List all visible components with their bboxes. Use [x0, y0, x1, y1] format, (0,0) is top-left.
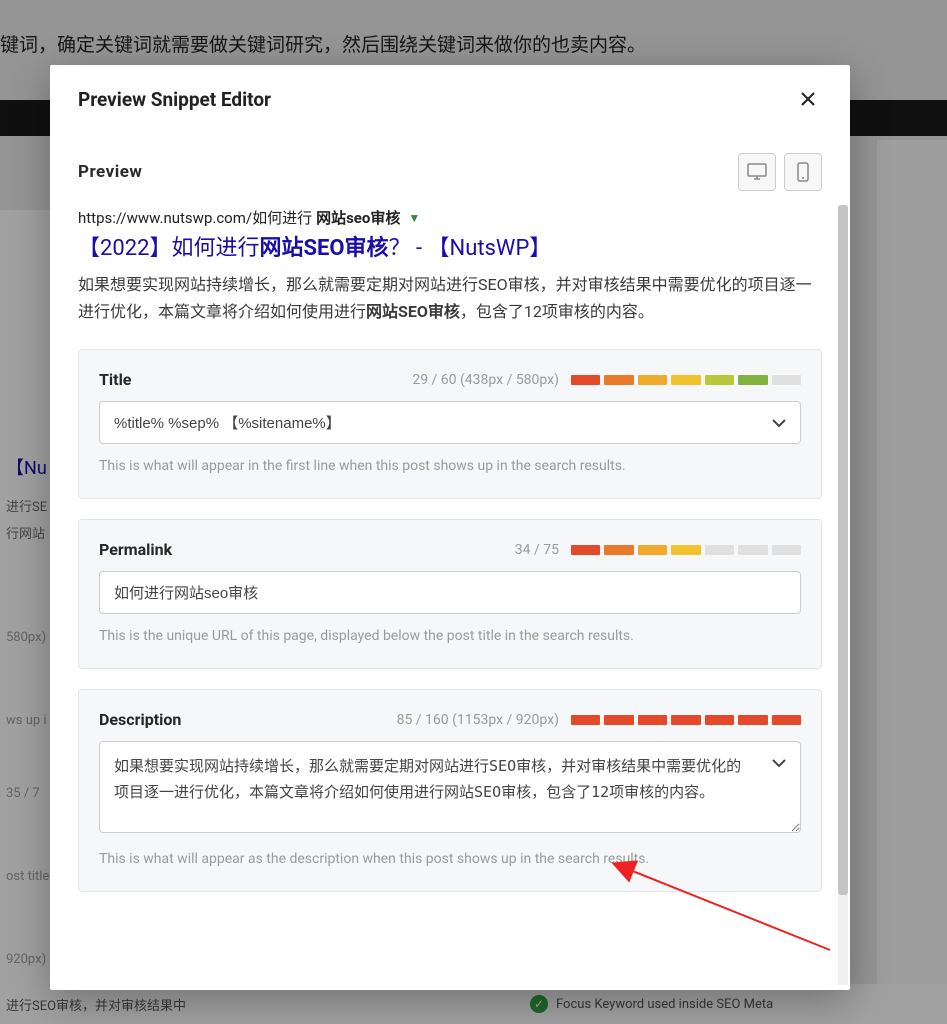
permalink-help: This is the unique URL of this page, dis… [99, 628, 801, 644]
preview-url: https://www.nutswp.com/如何进行网站seo审核 ▼ [78, 207, 822, 228]
title-help: This is what will appear in the first li… [99, 458, 801, 474]
description-card: Description 85 / 160 (1153px / 920px) Th… [78, 689, 822, 892]
preview-title: 【2022】如何进行网站SEO审核？ - 【NutsWP】 [78, 234, 822, 265]
mobile-preview-button[interactable] [784, 153, 822, 191]
desktop-preview-button[interactable] [738, 153, 776, 191]
title-score-bar [571, 375, 801, 385]
modal-header: Preview Snippet Editor [50, 65, 850, 123]
device-toggle-group [738, 153, 822, 191]
title-input[interactable] [99, 401, 801, 444]
description-count: 85 / 160 (1153px / 920px) [397, 712, 559, 728]
modal-body: Preview https://www.nutswp.com/如何进行网站seo… [50, 123, 850, 990]
title-card: Title 29 / 60 (438px / 580px) This is wh… [78, 349, 822, 499]
permalink-count: 34 / 75 [515, 542, 559, 558]
description-label: Description [99, 710, 181, 729]
title-label: Title [99, 370, 131, 389]
permalink-input[interactable] [99, 571, 801, 614]
chevron-down-icon [771, 758, 787, 768]
title-count: 29 / 60 (438px / 580px) [412, 372, 559, 388]
snippet-editor-modal: Preview Snippet Editor Preview https://w… [50, 65, 850, 990]
chevron-down-icon [771, 418, 787, 428]
description-help: This is what will appear as the descript… [99, 851, 801, 867]
description-input[interactable] [99, 741, 801, 833]
permalink-card: Permalink 34 / 75 This is the unique URL… [78, 519, 822, 669]
description-expand-button[interactable] [771, 758, 787, 768]
preview-section-header: Preview [78, 153, 822, 191]
serp-preview: https://www.nutswp.com/如何进行网站seo审核 ▼ 【20… [78, 207, 822, 325]
permalink-score-bar [571, 545, 801, 555]
mobile-icon [797, 162, 809, 182]
desktop-icon [747, 163, 767, 181]
preview-label: Preview [78, 162, 142, 182]
title-expand-button[interactable] [771, 418, 787, 428]
preview-description: 如果想要实现网站持续增长，那么就需要定期对网站进行SEO审核，并对审核结果中需要… [78, 271, 822, 325]
scrollbar-thumb[interactable] [838, 205, 848, 895]
close-button[interactable] [794, 85, 822, 113]
description-score-bar [571, 715, 801, 725]
url-caret-icon: ▼ [408, 211, 420, 225]
modal-title: Preview Snippet Editor [78, 88, 271, 111]
close-icon [800, 91, 816, 107]
permalink-label: Permalink [99, 540, 172, 559]
